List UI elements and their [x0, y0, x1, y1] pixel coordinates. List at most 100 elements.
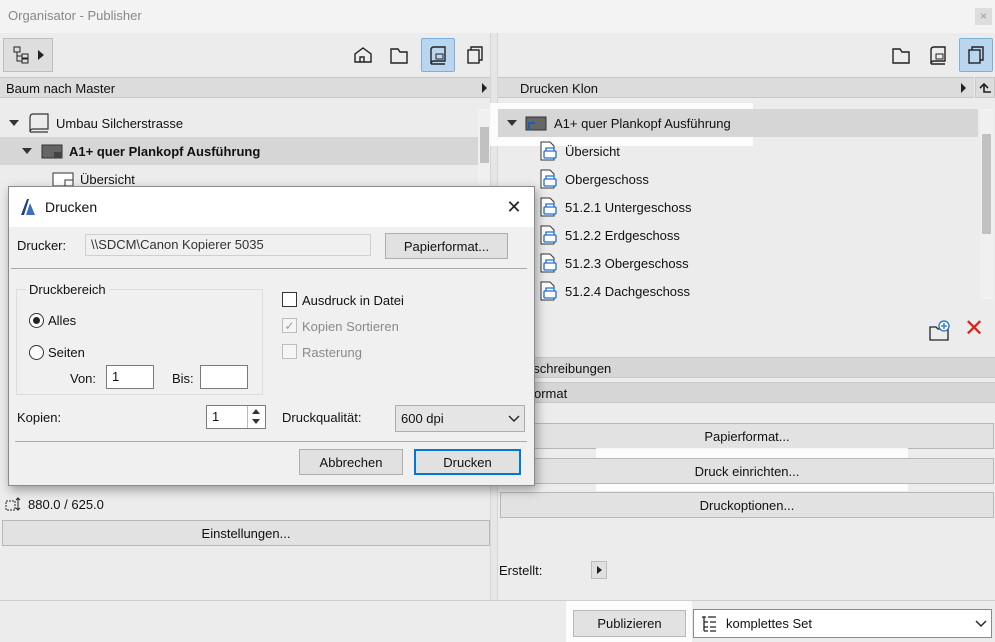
radio-pages[interactable] [29, 345, 44, 360]
print-layout-icon [540, 281, 557, 301]
layout-book-button[interactable] [421, 38, 455, 72]
copies-label: Kopien: [17, 410, 62, 425]
print-layout-icon [540, 253, 557, 273]
tree-item-master[interactable]: A1+ quer Plankopf Ausführung [0, 137, 478, 165]
raster-label: Rasterung [302, 345, 362, 360]
druckoptionen-button[interactable]: Druckoptionen... [500, 492, 994, 518]
window-close-button[interactable]: × [975, 8, 992, 25]
stepper-up-icon[interactable] [252, 409, 260, 414]
publisher-sets-button[interactable] [959, 38, 993, 72]
publish-button[interactable]: Publizieren [573, 610, 686, 637]
raster-checkbox[interactable] [282, 344, 297, 359]
delete-icon[interactable]: ✕ [964, 317, 984, 341]
layout-book-icon [29, 113, 49, 133]
publisher-item[interactable]: Übersicht [498, 137, 978, 165]
dialog-title: Drucken [45, 199, 98, 215]
master-layout-icon [525, 116, 547, 131]
quality-select[interactable]: 600 dpi [395, 405, 525, 432]
tree-mode-button[interactable] [3, 38, 53, 72]
view-map-button[interactable] [382, 38, 416, 72]
size-value: 880.0 / 625.0 [28, 497, 104, 512]
tree-item-project[interactable]: Umbau Silcherstrasse [0, 109, 478, 137]
section-format-label: ormat [534, 386, 568, 401]
range-group-label: Druckbereich [26, 282, 109, 297]
dialog-paper-button[interactable]: Papierformat... [385, 233, 508, 259]
window-titlebar: Organisator - Publisher × [0, 0, 995, 33]
window-title: Organisator - Publisher [8, 8, 142, 23]
arrow-up-icon [979, 82, 991, 93]
chevron-down-icon [508, 415, 520, 422]
printer-label: Drucker: [17, 238, 67, 253]
size-icon [5, 497, 21, 511]
publisher-stack-icon [968, 46, 984, 64]
publisher-item[interactable]: 51.2.1 Untergeschoss [498, 193, 978, 221]
publisher-stack-icon [467, 46, 483, 64]
new-folder-icon[interactable] [928, 319, 952, 343]
print-to-file-label: Ausdruck in Datei [302, 293, 404, 308]
layout-book-button[interactable] [921, 38, 955, 72]
publisher-item-label: 51.2.4 Dachgeschoss [565, 283, 691, 299]
scrollbar-thumb[interactable] [982, 134, 991, 234]
left-tree-header[interactable]: Baum nach Master [0, 77, 490, 98]
publisher-item[interactable]: 51.2.4 Dachgeschoss [498, 277, 978, 305]
separator [15, 441, 527, 442]
copies-input[interactable]: 1 [206, 405, 266, 429]
tree-item-label: Umbau Silcherstrasse [56, 115, 184, 131]
copies-value: 1 [212, 409, 220, 424]
right-tree-header[interactable]: Drucken Klon [498, 77, 974, 98]
project-map-button[interactable] [346, 38, 380, 72]
erstellt-expand-button[interactable] [591, 561, 607, 579]
section-descriptions[interactable]: eschreibungen [498, 357, 995, 378]
radio-all[interactable] [29, 313, 44, 328]
stepper-down-icon[interactable] [252, 419, 260, 424]
druck-einrichten-button[interactable]: Druck einrichten... [500, 458, 994, 484]
section-format[interactable]: ormat [498, 382, 995, 403]
collate-checkbox[interactable]: ✓ [282, 318, 297, 333]
radio-all-label: Alles [48, 313, 77, 328]
scrollbar-thumb[interactable] [480, 127, 489, 163]
chevron-right-icon [596, 566, 602, 574]
publisher-sets-button[interactable] [458, 38, 492, 72]
tree-list-icon [702, 615, 716, 632]
printer-field[interactable]: \\SDCM\Canon Kopierer 5035 [85, 234, 371, 256]
cancel-button[interactable]: Abbrechen [299, 449, 403, 475]
publisher-item-label: 51.2.1 Untergeschoss [565, 199, 692, 215]
print-button[interactable]: Drucken [414, 449, 521, 475]
chevron-right-icon [961, 83, 966, 93]
section-descriptions-label: eschreibungen [526, 361, 612, 376]
print-dialog: Drucken ✕ Drucker: \\SDCM\Canon Kopierer… [8, 186, 535, 486]
dialog-titlebar: Drucken ✕ [9, 187, 534, 227]
chevron-down-icon [507, 120, 517, 126]
publisher-root-label: A1+ quer Plankopf Ausführung [554, 115, 731, 131]
to-input[interactable] [200, 365, 248, 389]
from-label: Von: [70, 371, 97, 386]
go-up-button[interactable] [975, 77, 995, 98]
publisher-root-item[interactable]: A1+ quer Plankopf Ausführung [498, 109, 978, 137]
right-tree-scrollbar[interactable] [980, 109, 993, 299]
publisher-item-label: 51.2.3 Obergeschoss [565, 255, 689, 271]
dialog-close-button[interactable]: ✕ [504, 197, 524, 217]
publisher-item[interactable]: Obergeschoss [498, 165, 978, 193]
quality-label: Druckqualität: [282, 410, 362, 425]
house-icon [354, 47, 372, 63]
publisher-item-label: Übersicht [565, 143, 620, 159]
print-to-file-checkbox[interactable] [282, 292, 297, 307]
collate-label: Kopien Sortieren [302, 319, 399, 334]
settings-button[interactable]: Einstellungen... [2, 520, 490, 546]
master-layout-icon [41, 144, 63, 159]
to-label: Bis: [172, 371, 194, 386]
view-map-button[interactable] [884, 38, 918, 72]
quality-value: 600 dpi [401, 411, 444, 426]
from-input[interactable]: 1 [106, 365, 154, 389]
right-pane: Drucken Klon A1+ quer Plankopf Ausführun… [490, 33, 995, 600]
separator [11, 268, 527, 269]
set-select[interactable]: komplettes Set [693, 609, 992, 638]
print-layout-icon [540, 169, 557, 189]
publisher-item-label: 51.2.2 Erdgeschoss [565, 227, 680, 243]
papierformat-button[interactable]: Papierformat... [500, 423, 994, 449]
publisher-item[interactable]: 51.2.3 Obergeschoss [498, 249, 978, 277]
chevron-right-icon [38, 50, 44, 60]
erstellt-label: Erstellt: [499, 563, 543, 578]
publisher-item[interactable]: 51.2.2 Erdgeschoss [498, 221, 978, 249]
copies-stepper[interactable] [247, 406, 265, 428]
